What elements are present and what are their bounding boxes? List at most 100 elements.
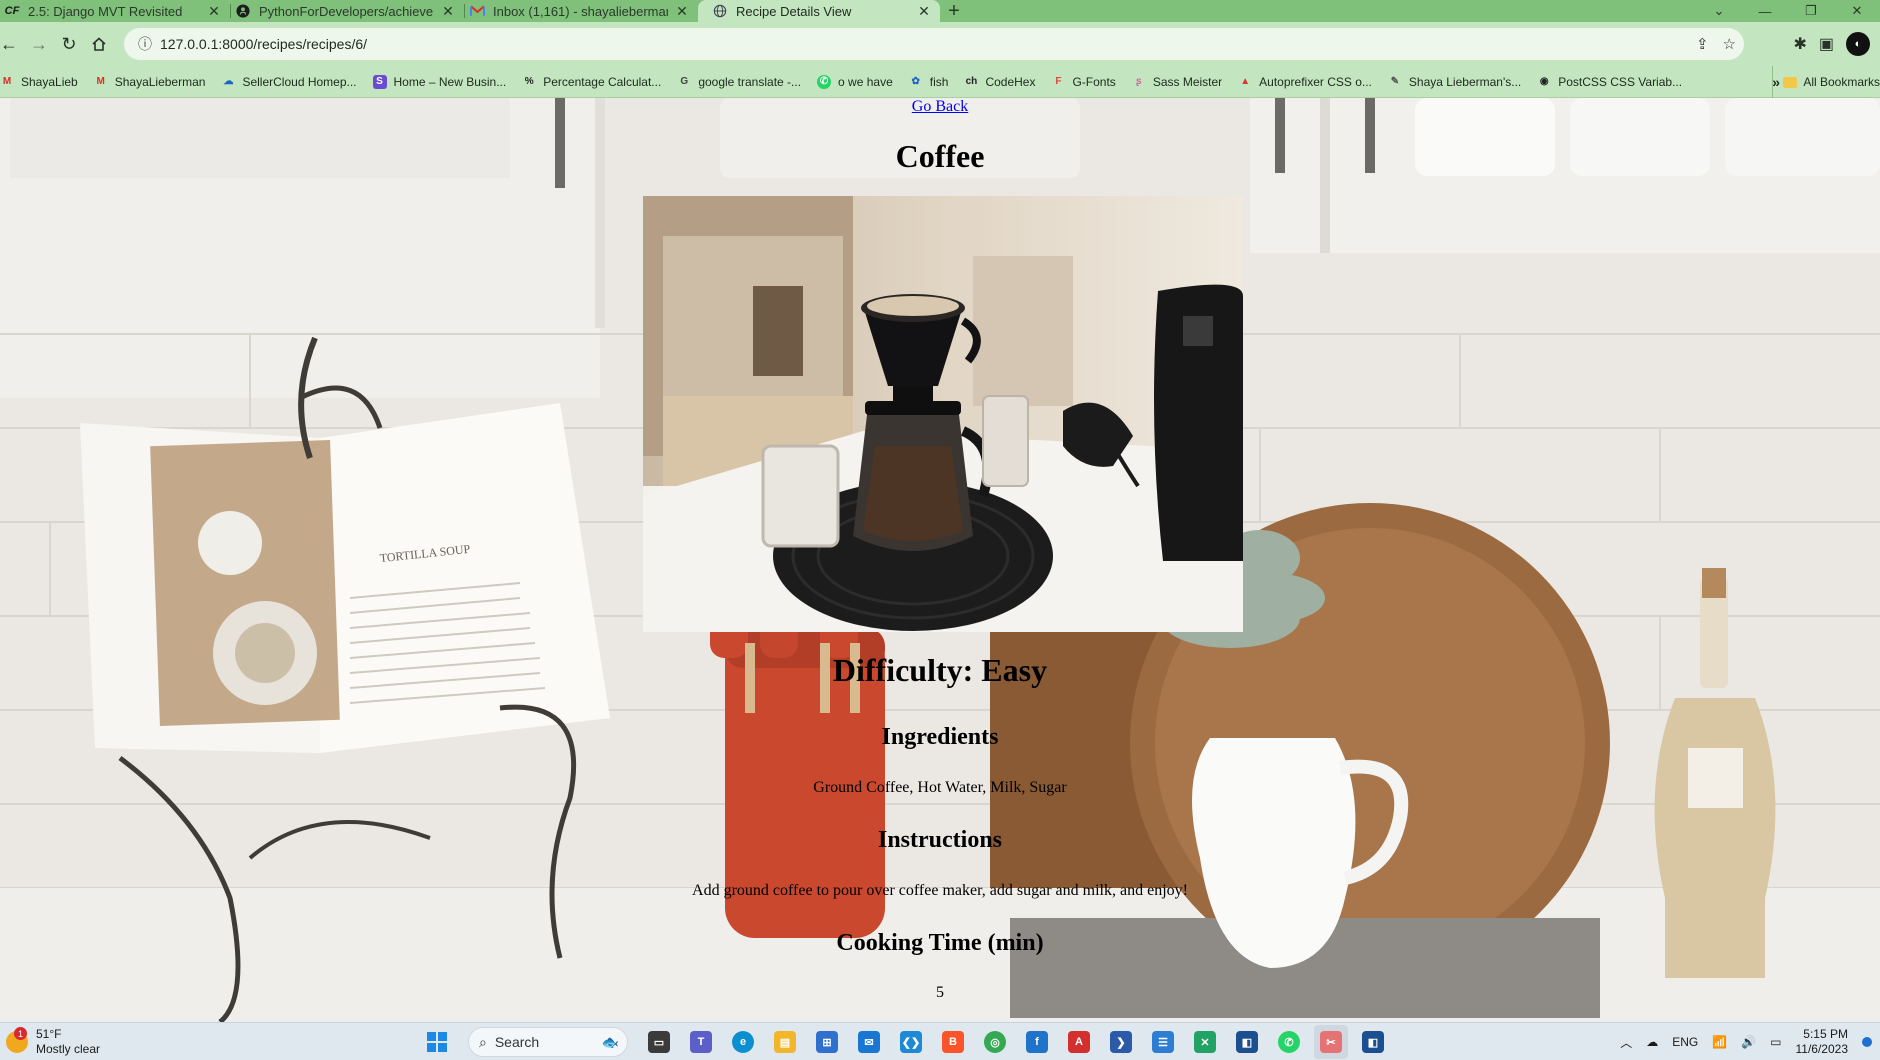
font-app-icon[interactable]: f (1020, 1025, 1054, 1059)
site-info-icon[interactable]: ⓘ (130, 34, 160, 54)
bookmark-google-translate[interactable]: G google translate -... (669, 66, 809, 98)
tab-title: 2.5: Django MVT Revisited (28, 3, 183, 19)
s-icon: S (372, 74, 387, 89)
tab-title: Recipe Details View (736, 3, 852, 19)
brave-icon[interactable]: B (936, 1025, 970, 1059)
notification-icon[interactable] (1862, 1037, 1872, 1047)
bookmark-label: Home – New Busin... (393, 74, 507, 89)
whatsapp-taskbar-icon[interactable]: ✆ (1272, 1025, 1306, 1059)
window-close-icon[interactable]: ✕ (1834, 0, 1880, 22)
reload-icon[interactable]: ↻ (54, 29, 84, 59)
snipping-tool-icon[interactable]: ✂ (1314, 1025, 1348, 1059)
close-icon[interactable]: ✕ (440, 3, 456, 20)
edge-icon[interactable]: e (726, 1025, 760, 1059)
address-bar[interactable]: ⓘ 127.0.0.1:8000/recipes/recipes/6/ ⇪ ☆ (124, 28, 1744, 60)
bookmark-label: CodeHex (985, 74, 1036, 89)
bookmark-o-we-have[interactable]: ✆ o we have (809, 66, 901, 98)
window-controls: ⌄ — ❐ ✕ (1696, 0, 1880, 22)
app-icon[interactable]: ◧ (1356, 1025, 1390, 1059)
excel-like-icon[interactable]: ✕ (1188, 1025, 1222, 1059)
difficulty-heading: Difficulty: Easy (832, 652, 1048, 688)
weather-widget[interactable]: 1 51°F Mostly clear (6, 1027, 100, 1057)
back-icon[interactable]: ← (0, 29, 24, 59)
bookmark-shaya-doc[interactable]: ✎ Shaya Lieberman's... (1380, 66, 1529, 98)
cooking-time-value: 5 (936, 984, 944, 1001)
autoprefixer-icon: ▲ (1240, 76, 1251, 87)
taskbar-apps: ⌕ Search 🐟 ▭ T e ▤ ⊞ ✉ ❮❯ B ◎ f A ❯ ☰ ✕ … (420, 1023, 1390, 1060)
bookmark-star-icon[interactable]: ☆ (1723, 35, 1736, 53)
search-icon: ⌕ (479, 1033, 487, 1050)
powershell-icon[interactable]: ❯ (1104, 1025, 1138, 1059)
vscode-icon[interactable]: ❮❯ (894, 1025, 928, 1059)
ingredients-heading: Ingredients (881, 724, 999, 750)
tab-gmail-inbox[interactable]: Inbox (1,161) - shayalieberman ✕ (465, 0, 698, 22)
weather-desc: Mostly clear (36, 1042, 101, 1056)
go-back-row: Go Back (0, 98, 1880, 116)
sass-icon: ʂ (1136, 76, 1142, 87)
bookmark-shayalieb[interactable]: M ShayaLieb (0, 66, 86, 98)
ingredients-text: Ground Coffee, Hot Water, Milk, Sugar (813, 779, 1067, 796)
minimize-icon[interactable]: — (1742, 0, 1788, 22)
bookmark-postcss[interactable]: ◉ PostCSS CSS Variab... (1529, 66, 1690, 98)
tab-github[interactable]: PythonForDevelopers/achievem ✕ (231, 0, 464, 22)
wifi-icon[interactable]: 📶 (1712, 1035, 1727, 1049)
volume-icon[interactable]: 🔊 (1741, 1035, 1756, 1049)
windows-icon (427, 1032, 447, 1052)
file-explorer-icon[interactable]: ▤ (768, 1025, 802, 1059)
clock-time: 5:15 PM (1803, 1027, 1848, 1041)
bookmark-g-fonts[interactable]: F G-Fonts (1043, 66, 1123, 98)
close-icon[interactable]: ✕ (916, 3, 932, 20)
store-icon[interactable]: ⊞ (810, 1025, 844, 1059)
bookmark-codehex[interactable]: ch CodeHex (956, 66, 1043, 98)
start-button[interactable] (420, 1025, 454, 1059)
onedrive-icon[interactable]: ☁ (1646, 1035, 1658, 1049)
go-back-link[interactable]: Go Back (912, 98, 968, 115)
taskbar-search[interactable]: ⌕ Search 🐟 (468, 1027, 628, 1057)
side-panel-icon[interactable]: ▣ (1819, 34, 1834, 54)
remote-desktop-icon[interactable]: ◧ (1230, 1025, 1264, 1059)
close-icon[interactable]: ✕ (206, 3, 222, 20)
mail-icon[interactable]: ✉ (852, 1025, 886, 1059)
restore-icon[interactable]: ❐ (1788, 0, 1834, 22)
task-view-icon[interactable]: ▭ (642, 1025, 676, 1059)
tab-strip: CF 2.5: Django MVT Revisited ✕ PythonFor… (0, 0, 1880, 22)
bookmark-label: SellerCloud Homep... (242, 74, 357, 89)
instructions-heading: Instructions (877, 827, 1003, 853)
clock-date: 11/6/2023 (1795, 1042, 1849, 1056)
bookmark-shayalieberman[interactable]: M ShayaLieberman (86, 66, 214, 98)
battery-icon[interactable]: ▭ (1770, 1035, 1781, 1049)
bookmark-sellercloud[interactable]: ☁ SellerCloud Homep... (213, 66, 364, 98)
github-icon (235, 3, 251, 19)
tab-django-mvt[interactable]: CF 2.5: Django MVT Revisited ✕ (0, 0, 230, 22)
chrome-icon[interactable]: ◎ (978, 1025, 1012, 1059)
bookmark-percentage-calculator[interactable]: % Percentage Calculat... (514, 66, 669, 98)
acrobat-icon[interactable]: A (1062, 1025, 1096, 1059)
document-icon: ✎ (1390, 76, 1400, 87)
forward-icon[interactable]: → (24, 29, 54, 59)
clock[interactable]: 5:15 PM 11/6/2023 (1796, 1027, 1849, 1057)
profile-avatar[interactable]: ◐ (1846, 32, 1870, 56)
tab-search-icon[interactable]: ⌄ (1696, 0, 1742, 22)
tab-recipe-details[interactable]: Recipe Details View ✕ (698, 0, 940, 22)
notepad-icon[interactable]: ☰ (1146, 1025, 1180, 1059)
bookmark-fish[interactable]: ✿ fish (901, 66, 957, 98)
bookmark-label: Percentage Calculat... (543, 74, 662, 89)
share-icon[interactable]: ⇪ (1696, 35, 1709, 53)
home-icon[interactable] (84, 29, 114, 59)
close-icon[interactable]: ✕ (674, 3, 690, 20)
language-indicator[interactable]: ENG (1672, 1035, 1698, 1049)
bookmark-sass-meister[interactable]: ʂ Sass Meister (1124, 66, 1230, 98)
tab-title: PythonForDevelopers/achievem (259, 3, 434, 19)
bookmark-autoprefixer[interactable]: ▲ Autoprefixer CSS o... (1230, 66, 1380, 98)
browser-toolbar: ← → ↻ ⓘ 127.0.0.1:8000/recipes/recipes/6… (0, 22, 1880, 66)
bookmark-new-business[interactable]: S Home – New Busin... (365, 66, 515, 98)
extensions-icon[interactable]: ✱ (1793, 34, 1806, 54)
bookmark-label: fish (929, 74, 949, 89)
chevron-up-icon[interactable]: ︿ (1620, 1034, 1632, 1051)
search-label: Search (494, 1034, 540, 1050)
teams-icon[interactable]: T (684, 1025, 718, 1059)
all-bookmarks-button[interactable]: All Bookmarks (1772, 66, 1880, 98)
gmail-icon: M (96, 76, 105, 87)
new-tab-button[interactable]: + (940, 0, 968, 22)
bookmark-label: ShayaLieb (21, 74, 78, 89)
